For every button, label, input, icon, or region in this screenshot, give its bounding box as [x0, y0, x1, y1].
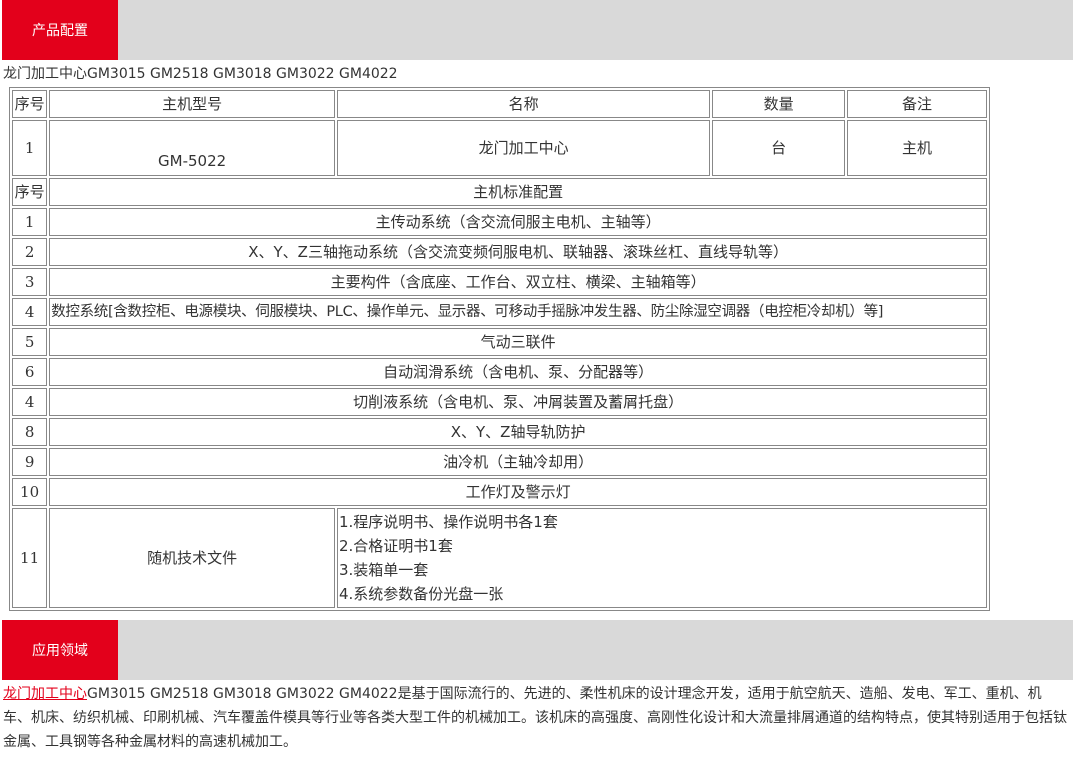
docs-row-no: 11 — [12, 508, 48, 608]
std-item-row: 6 自动润滑系统（含电机、泵、分配器等） — [12, 358, 987, 386]
header-qty: 数量 — [712, 90, 846, 118]
header-no: 序号 — [12, 90, 48, 118]
std-item-row: 1 主传动系统（含交流伺服主电机、主轴等） — [12, 208, 987, 236]
product-link[interactable]: 龙门加工中心 — [3, 686, 87, 702]
std-item-row: 2 X、Y、Z三轴拖动系统（含交流变频伺服电机、联轴器、滚珠丝杠、直线导轨等） — [12, 238, 987, 266]
std-item-no: 4 — [12, 388, 48, 416]
std-item-no: 2 — [12, 238, 48, 266]
table-header-row: 序号 主机型号 名称 数量 备注 — [12, 90, 987, 118]
main-row-qty: 台 — [712, 120, 846, 176]
std-header-title: 主机标准配置 — [49, 178, 987, 206]
description-text: GM3015 GM2518 GM3018 GM3022 GM4022是基于国际流… — [3, 686, 1067, 750]
main-machine-row: 1 GM-5022 龙门加工中心 台 主机 — [12, 120, 987, 176]
std-item-no: 9 — [12, 448, 48, 476]
std-item-row: 4 切削液系统（含电机、泵、冲屑装置及蓄屑托盘） — [12, 388, 987, 416]
std-item-text: 主传动系统（含交流伺服主电机、主轴等） — [49, 208, 987, 236]
std-item-row: 3 主要构件（含底座、工作台、双立柱、横梁、主轴箱等） — [12, 268, 987, 296]
application-section-bar: 应用领域 — [2, 620, 1073, 680]
std-item-no: 1 — [12, 208, 48, 236]
product-line-title: 龙门加工中心GM3015 GM2518 GM3018 GM3022 GM4022 — [3, 66, 398, 82]
std-item-no: 10 — [12, 478, 48, 506]
docs-list-item: 1.程序说明书、操作说明书各1套 — [338, 513, 558, 531]
spec-table-container: 序号 主机型号 名称 数量 备注 1 GM-5022 龙门加工中心 台 主机 序… — [9, 87, 990, 611]
std-item-row: 4 数控系统[含数控柜、电源模块、伺服模块、PLC、操作单元、显示器、可移动手摇… — [12, 298, 987, 326]
std-item-text: 油冷机（主轴冷却用） — [49, 448, 987, 476]
docs-list-item: 2.合格证明书1套 — [338, 537, 453, 555]
main-row-no: 1 — [12, 120, 48, 176]
std-item-text: 气动三联件 — [49, 328, 987, 356]
config-section-bar: 产品配置 — [2, 0, 1073, 60]
docs-list-item: 3.装箱单一套 — [338, 561, 429, 579]
application-description: 龙门加工中心GM3015 GM2518 GM3018 GM3022 GM4022… — [0, 682, 1075, 754]
std-item-text: 自动润滑系统（含电机、泵、分配器等） — [49, 358, 987, 386]
std-item-row: 9 油冷机（主轴冷却用） — [12, 448, 987, 476]
docs-list-item: 4.系统参数备份光盘一张 — [338, 585, 504, 603]
std-item-text: 工作灯及警示灯 — [49, 478, 987, 506]
std-item-no: 3 — [12, 268, 48, 296]
docs-list-cell: 1.程序说明书、操作说明书各1套 2.合格证明书1套 3.装箱单一套 4.系统参… — [336, 508, 987, 608]
header-model: 主机型号 — [49, 90, 335, 118]
std-item-text: 主要构件（含底座、工作台、双立柱、横梁、主轴箱等） — [49, 268, 987, 296]
std-item-no: 8 — [12, 418, 48, 446]
main-row-name: 龙门加工中心 — [336, 120, 711, 176]
std-item-row: 8 X、Y、Z轴导轨防护 — [12, 418, 987, 446]
header-remark: 备注 — [847, 90, 987, 118]
main-row-remark: 主机 — [847, 120, 987, 176]
std-item-no: 5 — [12, 328, 48, 356]
std-header-no: 序号 — [12, 178, 48, 206]
std-item-no: 4 — [12, 298, 48, 326]
std-item-row: 5 气动三联件 — [12, 328, 987, 356]
spec-table: 序号 主机型号 名称 数量 备注 1 GM-5022 龙门加工中心 台 主机 序… — [9, 87, 990, 611]
header-name: 名称 — [336, 90, 711, 118]
application-section-tab[interactable]: 应用领域 — [2, 620, 118, 680]
main-row-model: GM-5022 — [49, 120, 335, 176]
std-item-text: 数控系统[含数控柜、电源模块、伺服模块、PLC、操作单元、显示器、可移动手摇脉冲… — [49, 298, 987, 326]
std-item-text: 切削液系统（含电机、泵、冲屑装置及蓄屑托盘） — [49, 388, 987, 416]
docs-list: 1.程序说明书、操作说明书各1套 2.合格证明书1套 3.装箱单一套 4.系统参… — [338, 510, 986, 606]
std-item-text: X、Y、Z轴导轨防护 — [49, 418, 987, 446]
docs-row: 11 随机技术文件 1.程序说明书、操作说明书各1套 2.合格证明书1套 3.装… — [12, 508, 987, 608]
std-item-text: X、Y、Z三轴拖动系统（含交流变频伺服电机、联轴器、滚珠丝杠、直线导轨等） — [49, 238, 987, 266]
std-config-header-row: 序号 主机标准配置 — [12, 178, 987, 206]
config-section-tab[interactable]: 产品配置 — [2, 0, 118, 60]
std-item-no: 6 — [12, 358, 48, 386]
std-item-row: 10 工作灯及警示灯 — [12, 478, 987, 506]
docs-row-label: 随机技术文件 — [49, 508, 335, 608]
